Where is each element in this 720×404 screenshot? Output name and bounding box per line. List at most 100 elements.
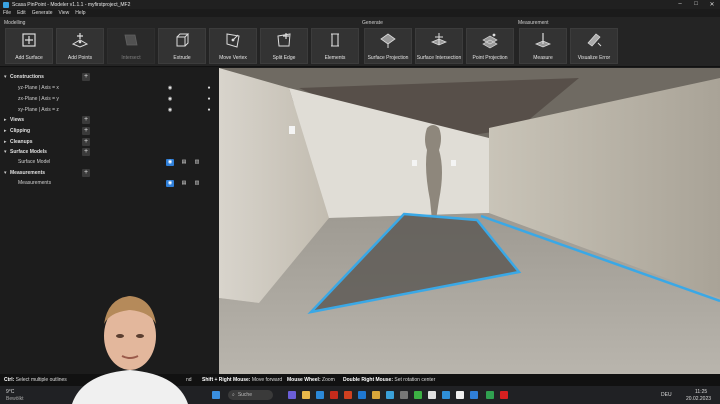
color-drop-icon[interactable]: ● (205, 96, 213, 103)
menu-help[interactable]: Help (75, 10, 85, 16)
clock-time[interactable]: 11:25 (695, 389, 707, 395)
item-label: Measurements (18, 180, 52, 186)
measure-button[interactable]: Measure (519, 28, 567, 64)
edge-icon[interactable] (316, 391, 324, 399)
color-drop-icon[interactable]: ● (205, 85, 213, 92)
presenter-shirt (72, 370, 188, 404)
surface-projection-icon (380, 33, 396, 48)
tree-item-measurements[interactable]: Measurements ◉ ▤ ▥ (0, 178, 219, 188)
app-icon[interactable] (344, 391, 352, 399)
add-clipping-button[interactable]: + (82, 127, 90, 135)
item-label: xy-Plane | Axis = z (18, 107, 59, 113)
group-label-measurement: Measurement (518, 20, 549, 26)
tree-section-clipping[interactable]: ▸ Clipping + (0, 126, 219, 136)
tree-section-views[interactable]: ▸ Views + (0, 115, 219, 125)
copy-icon[interactable]: ▤ (180, 159, 188, 166)
split-edge-icon (277, 33, 291, 47)
tool-label: Visualize Error (577, 55, 611, 61)
presenter-image (72, 296, 188, 404)
section-label: Surface Models (10, 149, 47, 155)
maximize-icon[interactable]: □ (688, 1, 704, 8)
trash-icon[interactable]: ▥ (193, 159, 201, 166)
eye-icon[interactable]: ◉ (166, 158, 174, 166)
eye-icon[interactable]: ◉ (166, 107, 174, 114)
item-label: yz-Plane | Axis = x (18, 85, 59, 91)
tree-item-xy-plane[interactable]: xy-Plane | Axis = z ◉ ● (0, 105, 219, 115)
section-label: Measurements (10, 170, 46, 176)
eye-icon[interactable]: ◉ (166, 85, 174, 92)
app-white-icon[interactable] (428, 391, 436, 399)
tree-item-yz-plane[interactable]: yz-Plane | Axis = x ◉ ● (0, 83, 219, 93)
app-blue-icon[interactable] (386, 391, 394, 399)
add-cleanup-button[interactable]: + (82, 138, 90, 146)
caret-right-icon[interactable]: ▸ (4, 128, 7, 134)
title-bar: Scasa PinPoint - Modeler v1.1.1 - myfirs… (0, 0, 720, 9)
app-red-icon[interactable] (330, 391, 338, 399)
add-construction-button[interactable]: + (82, 73, 90, 81)
app-gray-icon[interactable] (400, 391, 408, 399)
menu-view[interactable]: View (59, 10, 70, 16)
close-icon[interactable]: ✕ (704, 1, 720, 8)
intersect-button[interactable]: Intersect (107, 28, 155, 64)
app-green-icon[interactable] (414, 391, 422, 399)
outlook-icon[interactable] (358, 391, 366, 399)
app-light-blue-icon[interactable] (442, 391, 450, 399)
add-view-button[interactable]: + (82, 116, 90, 124)
menu-edit[interactable]: Edit (17, 10, 26, 16)
point-cloud-viewport[interactable] (219, 68, 720, 374)
hint-wheel: Mouse Wheel: Zoom (287, 377, 335, 383)
section-label: Cleanups (10, 139, 33, 145)
point-projection-button[interactable]: Point Projection (466, 28, 514, 64)
tree-section-constructions[interactable]: ▾ Constructions + (0, 72, 219, 82)
file-explorer-icon[interactable] (302, 391, 310, 399)
chrome-icon[interactable] (456, 391, 464, 399)
taskbar-search[interactable]: ⌕ Suche (228, 390, 273, 400)
menu-file[interactable]: File (3, 10, 11, 16)
language-indicator[interactable]: DEU (661, 392, 672, 398)
pinpoint-app-icon[interactable] (470, 391, 478, 399)
split-edge-button[interactable]: Split Edge (260, 28, 308, 64)
trash-icon[interactable]: ▥ (193, 180, 201, 187)
caret-down-icon[interactable]: ▾ (4, 149, 7, 155)
surface-projection-button[interactable]: Surface Projection (364, 28, 412, 64)
eye-icon[interactable]: ◉ (166, 96, 174, 103)
caret-down-icon[interactable]: ▾ (4, 170, 7, 176)
app-green2-icon[interactable] (486, 391, 494, 399)
visualize-error-button[interactable]: Visualize Error (570, 28, 618, 64)
teams-icon[interactable] (288, 391, 296, 399)
folder-icon[interactable] (372, 391, 380, 399)
copy-icon[interactable]: ▤ (180, 180, 188, 187)
tree-section-surface-models[interactable]: ▾ Surface Models + (0, 147, 219, 157)
caret-right-icon[interactable]: ▸ (4, 117, 7, 123)
eye-icon[interactable]: ◉ (166, 179, 174, 187)
extrude-button[interactable]: Extrude (158, 28, 206, 64)
caret-right-icon[interactable]: ▸ (4, 139, 7, 145)
tool-label: Intersect (121, 55, 141, 61)
section-label: Constructions (10, 74, 44, 80)
minimize-icon[interactable]: – (672, 1, 688, 8)
add-points-button[interactable]: Add Points (56, 28, 104, 64)
tree-item-zx-plane[interactable]: zx-Plane | Axis = y ◉ ● (0, 94, 219, 104)
tree-section-cleanups[interactable]: ▸ Cleanups + (0, 137, 219, 147)
add-measurement-button[interactable]: + (82, 169, 90, 177)
section-label: Views (10, 117, 25, 123)
move-vertex-button[interactable]: Move Vertex (209, 28, 257, 64)
elements-button[interactable]: Elements (311, 28, 359, 64)
windows-start-icon[interactable] (212, 391, 220, 399)
color-drop-icon[interactable]: ● (205, 107, 213, 114)
add-surface-model-button[interactable]: + (82, 148, 90, 156)
clock-date[interactable]: 20.02.2023 (686, 396, 711, 402)
surface-intersection-button[interactable]: Surface Intersection (415, 28, 463, 64)
window-controls: – □ ✕ (672, 1, 720, 8)
tree-section-measurements[interactable]: ▾ Measurements + (0, 168, 219, 178)
tree-item-surface-model[interactable]: Surface Model ◉ ▤ ▥ (0, 157, 219, 167)
app-red2-icon[interactable] (500, 391, 508, 399)
intersect-icon (124, 34, 138, 46)
add-surface-button[interactable]: Add Surface (5, 28, 53, 64)
wall-marker (412, 160, 417, 166)
menu-generate[interactable]: Generate (32, 10, 53, 16)
tool-label: Measure (533, 55, 553, 61)
caret-down-icon[interactable]: ▾ (4, 74, 7, 80)
weather-temp[interactable]: 9°C (6, 389, 14, 395)
menu-bar: File Edit Generate View Help (0, 9, 720, 17)
